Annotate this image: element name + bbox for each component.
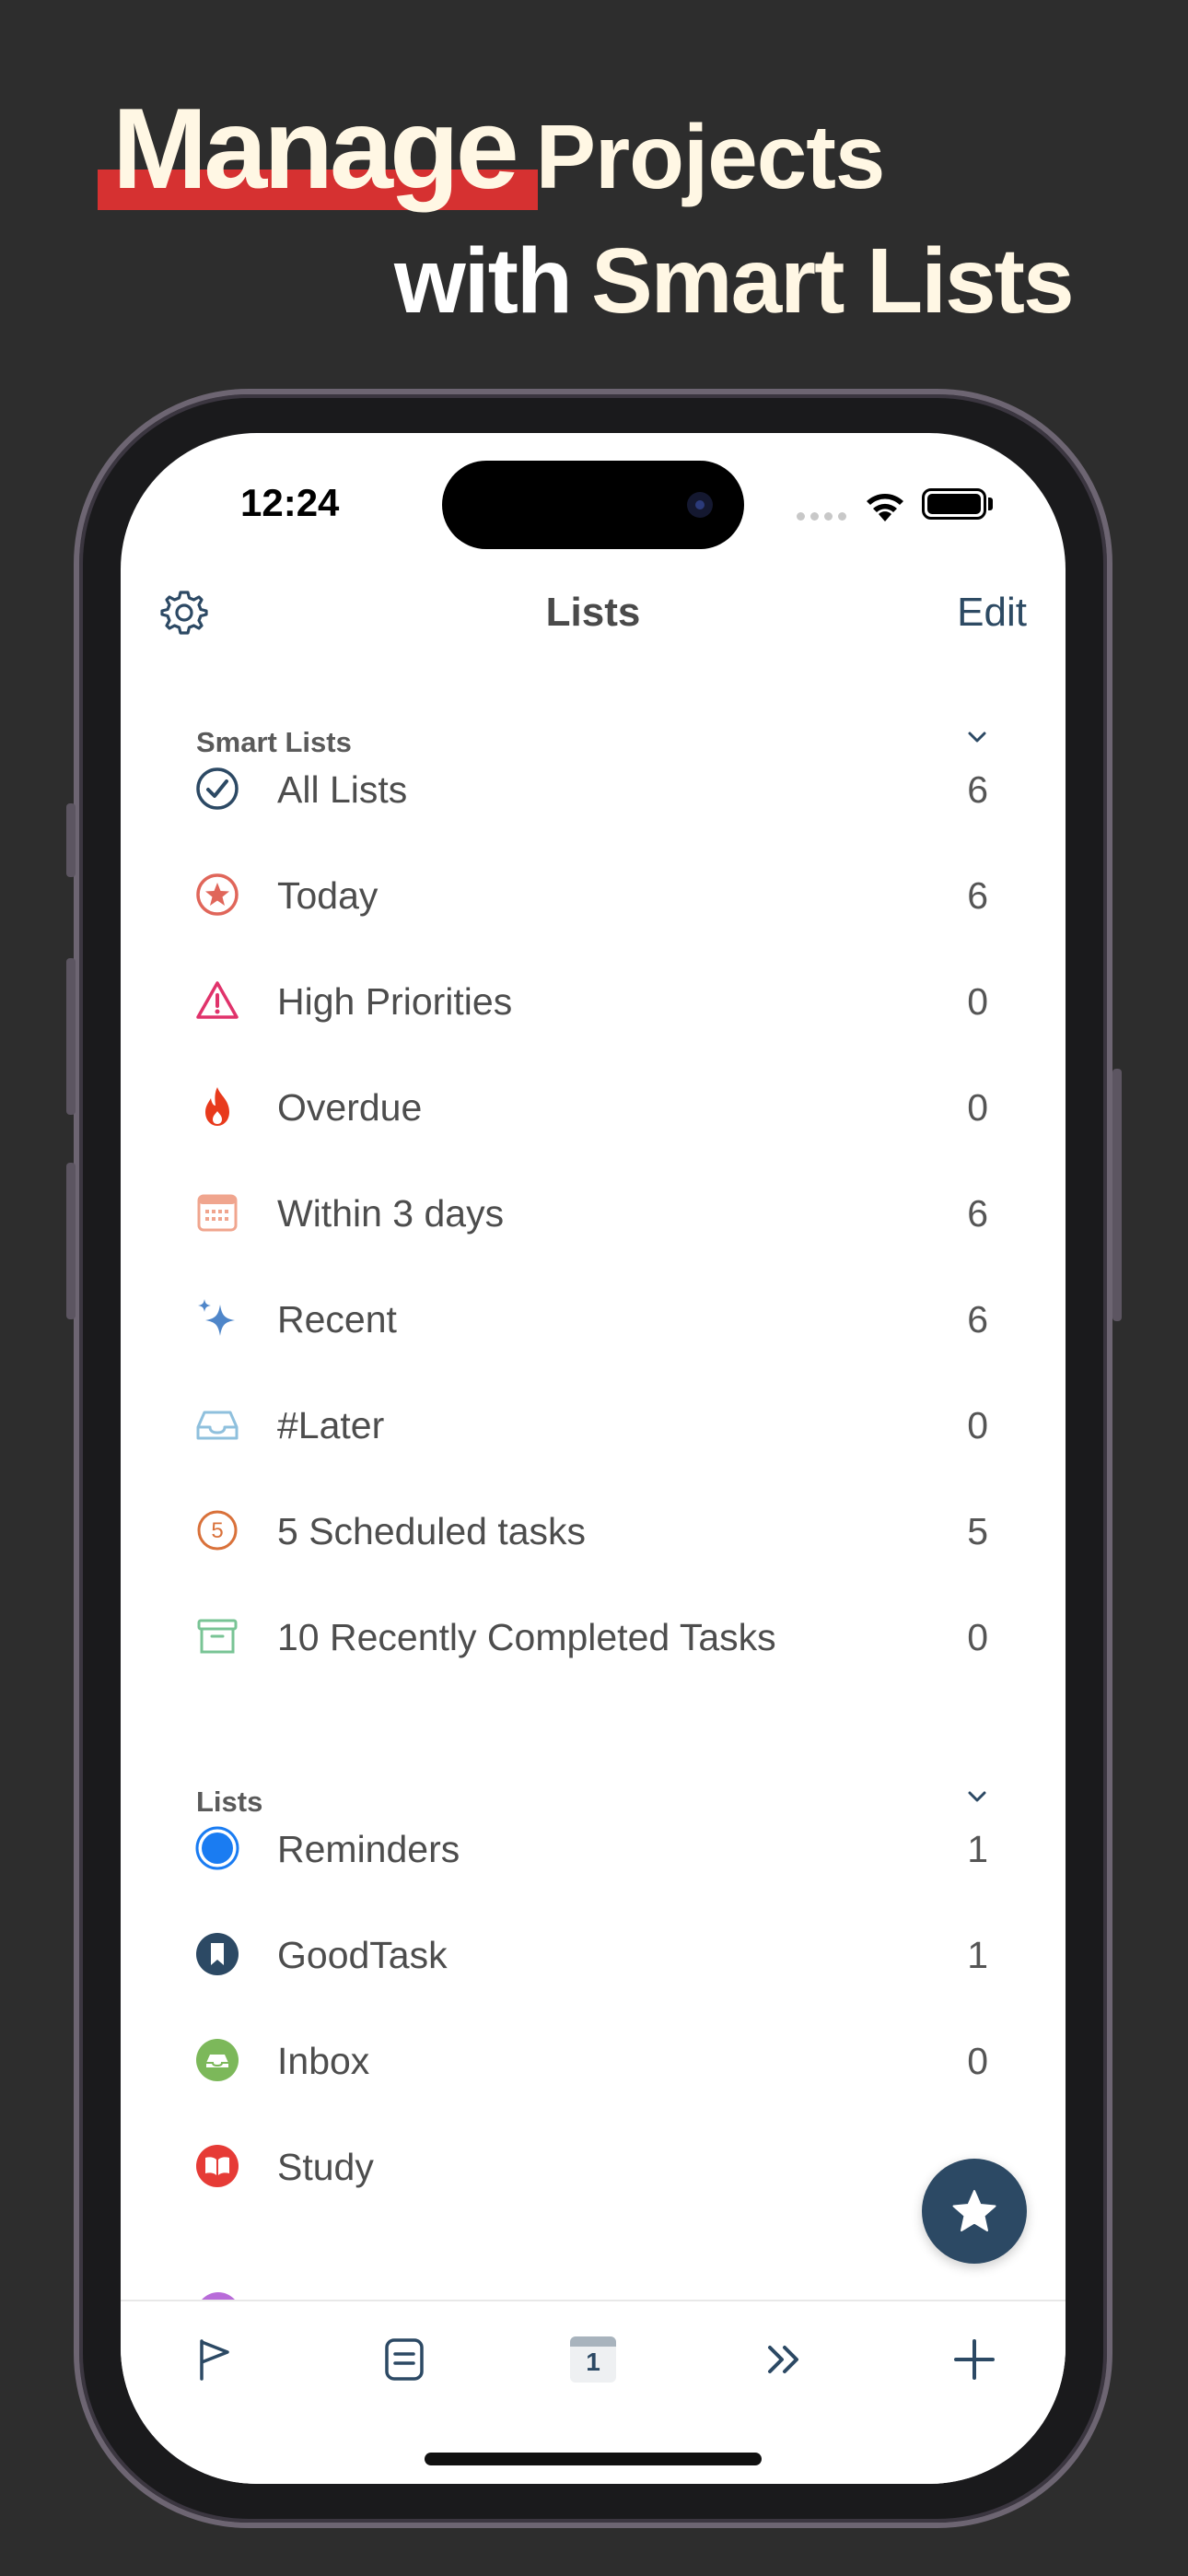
warning-triangle-icon: [194, 978, 240, 1024]
phone-volume-down: [66, 1163, 76, 1319]
list-item-count: 6: [967, 768, 988, 811]
phone-power-button: [1112, 1069, 1122, 1321]
dynamic-island: [442, 461, 744, 549]
headline: Manage Projects with Smart Lists: [0, 0, 1188, 369]
bookmark-circle-icon: [194, 1931, 240, 1977]
phone-screen: 12:24 Lists Edit Smart Lists All Lists 6: [121, 433, 1066, 2484]
list-item-label: Within 3 days: [277, 1192, 505, 1235]
list-item-count: 0: [967, 1086, 988, 1129]
list-item-label: Reminders: [277, 1828, 460, 1870]
list-goodtask[interactable]: GoodTask 1: [121, 1901, 1066, 2007]
smart-list-overdue[interactable]: Overdue 0: [121, 1053, 1066, 1159]
page-title: Lists: [545, 590, 641, 635]
list-item-count: 6: [967, 1298, 988, 1341]
list-item-count: 0: [967, 2040, 988, 2082]
wifi-icon: [865, 492, 905, 528]
list-item-label: Recent: [277, 1298, 397, 1341]
list-item-label: Study: [277, 2146, 374, 2188]
smart-list-all-lists[interactable]: All Lists 6: [121, 735, 1066, 841]
smart-list-recent[interactable]: Recent 6: [121, 1265, 1066, 1371]
headline-with-word: with: [394, 229, 573, 333]
headline-smart-lists: Smart Lists: [590, 229, 1075, 333]
tray-icon: [194, 1401, 240, 1447]
list-item-label: #Later: [277, 1404, 385, 1446]
battery-tip: [988, 498, 993, 510]
front-camera: [687, 492, 713, 518]
flame-icon: [194, 1083, 240, 1130]
headline-projects-word: Projects: [535, 106, 886, 207]
home-indicator[interactable]: [425, 2453, 762, 2465]
list-item-label: 5 Scheduled tasks: [277, 1510, 587, 1552]
number-5-circle-icon: 5: [194, 1507, 240, 1553]
tray-circle-icon: [194, 2037, 240, 2083]
book-circle-icon: [194, 2143, 240, 2189]
list-item-label: GoodTask: [277, 1934, 448, 1976]
list-item-count: 1: [967, 1934, 988, 1976]
checkmark-circle-icon: [194, 766, 240, 812]
list-item-count: 6: [967, 1192, 988, 1235]
phone-volume-up: [66, 958, 76, 1115]
smart-list-later[interactable]: #Later 0: [121, 1371, 1066, 1477]
calendar-day-number: 1: [586, 2348, 600, 2376]
list-item-count: 1: [967, 1828, 988, 1870]
list-icon[interactable]: [372, 2327, 437, 2392]
list-item-count: 6: [967, 874, 988, 917]
favorite-fab-button[interactable]: [922, 2159, 1027, 2264]
smart-list-scheduled-tasks[interactable]: 5 5 Scheduled tasks 5: [121, 1477, 1066, 1583]
battery-icon: [922, 488, 986, 520]
list-item-count: 5: [967, 1510, 988, 1552]
forward-icon[interactable]: [752, 2327, 817, 2392]
cellular-signal-icon: [797, 512, 846, 521]
list-item-label: Overdue: [277, 1086, 423, 1129]
headline-highlight: Manage: [98, 85, 538, 214]
smart-list-within-3-days[interactable]: Within 3 days 6: [121, 1159, 1066, 1265]
flag-icon[interactable]: [182, 2327, 247, 2392]
list-item-count: 0: [967, 980, 988, 1023]
calendar-grid-icon: [194, 1189, 240, 1235]
calendar-icon[interactable]: 1: [561, 2327, 625, 2392]
list-reminders[interactable]: Reminders 1: [121, 1795, 1066, 1901]
phone-action-button: [66, 803, 76, 877]
list-item-label: Inbox: [277, 2040, 370, 2082]
status-time: 12:24: [240, 481, 340, 524]
list-inbox[interactable]: Inbox 0: [121, 2007, 1066, 2113]
plus-icon[interactable]: [942, 2327, 1007, 2392]
headline-line-1: Manage Projects: [98, 85, 886, 214]
list-item-label: High Priorities: [277, 980, 513, 1023]
svg-text:5: 5: [211, 1518, 223, 1543]
star-icon: [952, 2190, 996, 2231]
archive-box-icon: [194, 1613, 240, 1659]
list-item-count: 0: [967, 1404, 988, 1446]
list-item-label: Today: [277, 874, 379, 917]
list-item-label: All Lists: [277, 768, 408, 811]
edit-button[interactable]: Edit: [957, 590, 1027, 636]
smart-list-today[interactable]: Today 6: [121, 841, 1066, 947]
sparkles-icon: [194, 1295, 240, 1341]
list-item-label: 10 Recently Completed Tasks: [277, 1616, 776, 1658]
list-item-count: 0: [967, 1616, 988, 1658]
filled-circle-icon: [194, 1825, 240, 1871]
headline-line-2: with Smart Lists: [394, 228, 1075, 334]
star-circle-icon: [194, 872, 240, 918]
smart-list-recently-completed[interactable]: 10 Recently Completed Tasks 0: [121, 1583, 1066, 1689]
smart-list-high-priorities[interactable]: High Priorities 0: [121, 947, 1066, 1053]
headline-manage-word: Manage: [112, 86, 519, 213]
